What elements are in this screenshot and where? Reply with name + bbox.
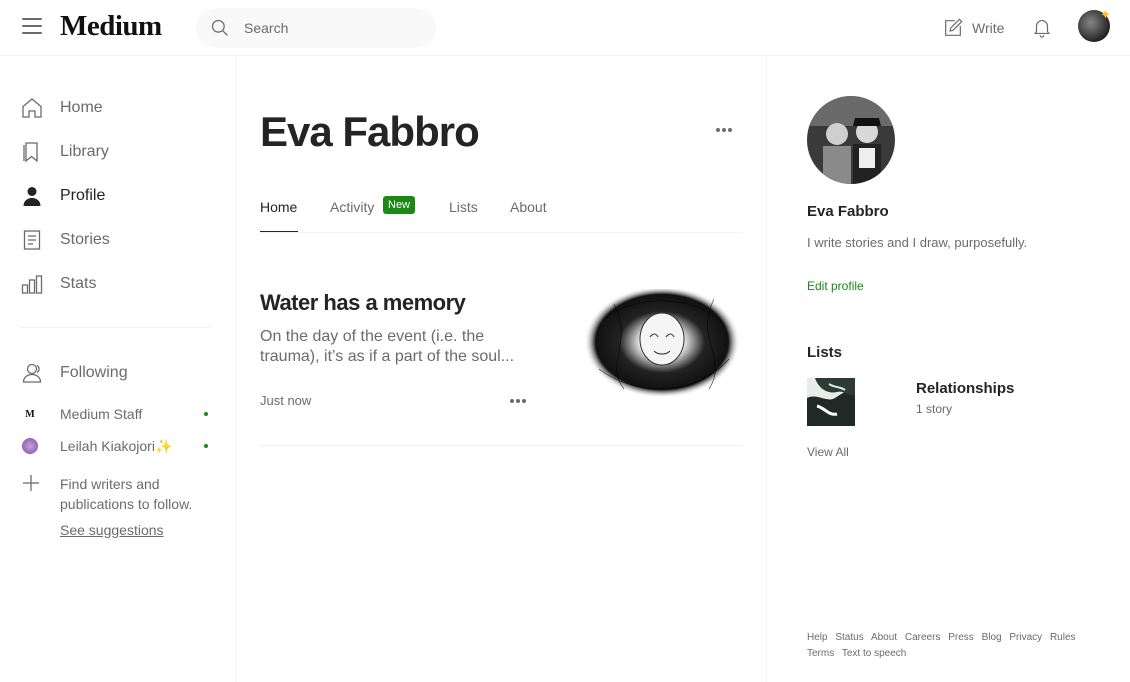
- bar-chart-icon: [21, 275, 43, 294]
- search-box[interactable]: [196, 8, 436, 48]
- nav-profile-label: Profile: [60, 187, 106, 204]
- footer-link-privacy[interactable]: Privacy: [1009, 632, 1042, 643]
- profile-avatar[interactable]: [807, 96, 895, 184]
- right-sidebar: Eva Fabbro I write stories and I draw, p…: [767, 56, 1130, 682]
- see-suggestions-link[interactable]: See suggestions: [60, 522, 164, 538]
- author-name: Eva Fabbro: [807, 203, 889, 220]
- find-writers-text: Find writers and publications to follow.: [60, 476, 193, 512]
- list-thumbnail-image[interactable]: [807, 378, 855, 426]
- leilah-avatar: [22, 438, 38, 454]
- list-story-count: 1 story: [916, 402, 953, 416]
- tab-activity[interactable]: Activity: [330, 199, 374, 215]
- footer-link-rules[interactable]: Rules: [1050, 632, 1076, 643]
- bookmark-icon: [23, 142, 38, 163]
- nav-stats[interactable]: Stats: [20, 272, 96, 296]
- person-icon: [23, 187, 41, 206]
- story-card[interactable]: Water has a memory On the day of the eve…: [260, 286, 742, 446]
- notifications-bell-icon[interactable]: [1031, 15, 1053, 39]
- active-tab-underline: [260, 231, 298, 232]
- medium-staff-avatar: M: [25, 408, 35, 420]
- new-content-dot: [204, 444, 208, 448]
- footer-link-about[interactable]: About: [871, 632, 897, 643]
- tab-about[interactable]: About: [510, 199, 547, 215]
- story-thumbnail-image[interactable]: [584, 289, 742, 396]
- nav-stories-label: Stories: [60, 231, 110, 248]
- nav-stats-label: Stats: [60, 275, 97, 292]
- following-label: Following: [60, 364, 128, 381]
- new-content-dot: [204, 412, 208, 416]
- footer-link-terms[interactable]: Terms: [807, 648, 834, 659]
- footer-link-help[interactable]: Help: [807, 632, 828, 643]
- following-item-leilah[interactable]: Leilah Kiakojori✨: [22, 436, 212, 456]
- top-bar: Medium Write ✦: [0, 0, 1130, 56]
- home-icon: [22, 98, 42, 118]
- profile-more-options-icon[interactable]: [716, 122, 736, 138]
- following-item-name: Medium Staff: [60, 406, 143, 422]
- write-label: Write: [972, 20, 1005, 36]
- plus-icon[interactable]: [22, 474, 40, 492]
- following-item-name: Leilah Kiakojori✨: [60, 437, 173, 454]
- footer-link-blog[interactable]: Blog: [982, 632, 1002, 643]
- story-more-options-icon[interactable]: [510, 394, 528, 408]
- nav-home[interactable]: Home: [20, 96, 103, 120]
- tab-lists[interactable]: Lists: [449, 199, 478, 215]
- profile-title: Eva Fabbro: [260, 108, 480, 155]
- write-button[interactable]: Write: [942, 16, 1004, 40]
- list-title[interactable]: Relationships: [916, 380, 1014, 397]
- document-icon: [23, 230, 41, 250]
- following-people-icon: [22, 363, 42, 383]
- footer-links: Help Status About Careers Press Blog Pri…: [807, 630, 1107, 662]
- search-input[interactable]: [244, 8, 424, 48]
- author-bio: I write stories and I draw, purposefully…: [807, 235, 1028, 250]
- nav-library[interactable]: Library: [20, 140, 109, 164]
- tab-home[interactable]: Home: [260, 199, 297, 215]
- nav-following[interactable]: Following: [20, 361, 128, 385]
- medium-logo[interactable]: Medium: [60, 10, 162, 43]
- footer-link-text-to-speech[interactable]: Text to speech: [842, 648, 906, 659]
- story-date: Just now: [260, 393, 312, 408]
- view-all-lists-link[interactable]: View All: [807, 445, 849, 459]
- membership-star-icon: ✦: [1100, 7, 1111, 22]
- following-item-medium-staff[interactable]: M Medium Staff: [22, 404, 212, 424]
- story-title[interactable]: Water has a memory: [260, 290, 466, 316]
- write-icon: [945, 18, 963, 36]
- sidebar-divider: [20, 327, 211, 328]
- nav-library-label: Library: [60, 143, 109, 160]
- story-subtitle[interactable]: On the day of the event (i.e. the trauma…: [260, 327, 525, 367]
- footer-link-press[interactable]: Press: [948, 632, 974, 643]
- nav-profile[interactable]: Profile: [20, 184, 105, 208]
- nav-home-label: Home: [60, 99, 103, 116]
- menu-icon[interactable]: [22, 18, 42, 36]
- lists-heading: Lists: [807, 344, 843, 361]
- profile-tabs: Home Activity New Lists About: [260, 196, 742, 233]
- left-sidebar: Home Library Profile Stories Stats Follo…: [0, 56, 236, 682]
- footer-link-careers[interactable]: Careers: [905, 632, 941, 643]
- edit-profile-link[interactable]: Edit profile: [807, 279, 864, 293]
- search-icon: [211, 19, 228, 36]
- footer-link-status[interactable]: Status: [835, 632, 863, 643]
- new-badge: New: [383, 196, 416, 214]
- nav-stories[interactable]: Stories: [20, 228, 110, 252]
- main-content: Eva Fabbro Home Activity New Lists About…: [236, 56, 767, 682]
